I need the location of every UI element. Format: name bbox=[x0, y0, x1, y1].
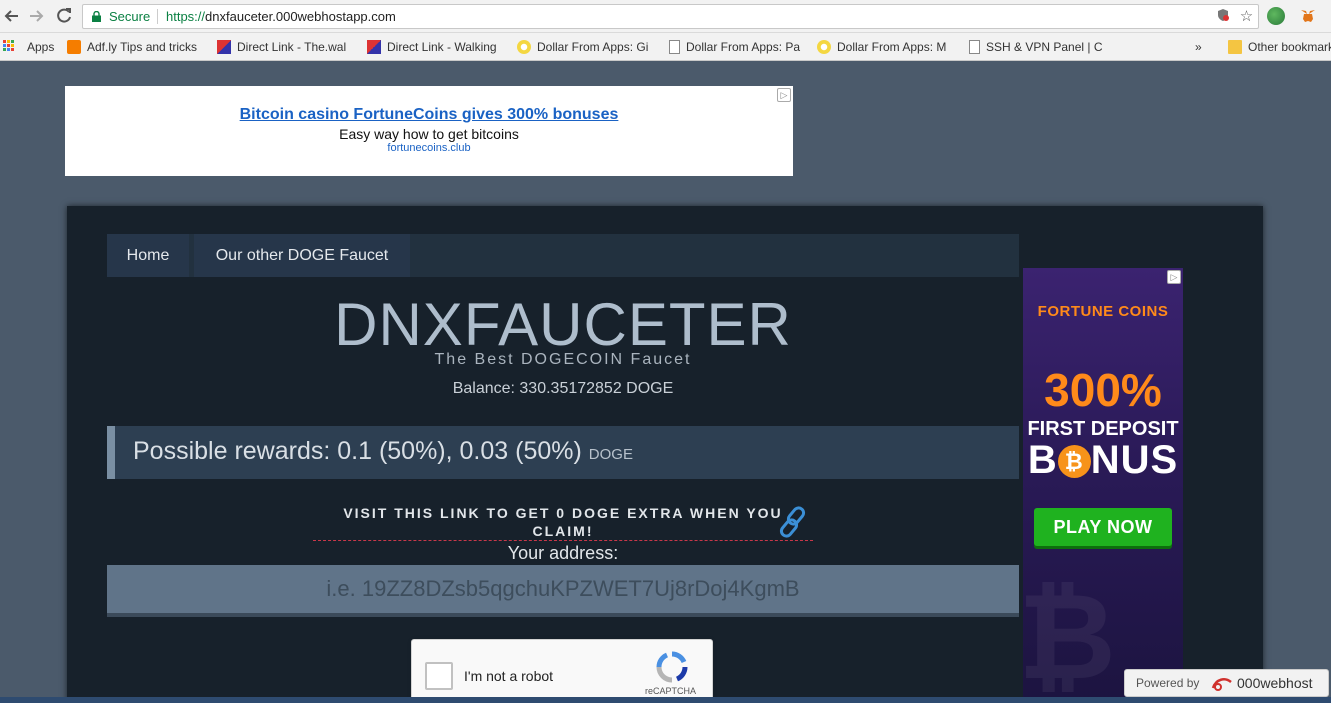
back-icon[interactable] bbox=[2, 6, 22, 26]
nav-home[interactable]: Home bbox=[107, 234, 189, 277]
extension-globe-icon[interactable] bbox=[1267, 7, 1285, 25]
bookmark-direct-link-2[interactable]: Direct Link - Walking bbox=[367, 39, 505, 55]
url-scheme: https:// bbox=[166, 9, 206, 24]
recaptcha-checkbox[interactable] bbox=[425, 662, 453, 690]
visit-link[interactable]: VISIT THIS LINK TO GET 0 DOGE EXTRA WHEN… bbox=[313, 504, 813, 541]
ad-headline-link[interactable]: Bitcoin casino FortuneCoins gives 300% b… bbox=[65, 106, 793, 124]
apps-grid-icon[interactable] bbox=[3, 40, 15, 52]
bookmark-label: Dollar From Apps: Gi bbox=[537, 40, 649, 54]
bookmark-label: Other bookmarks bbox=[1248, 40, 1331, 54]
ad-display-url[interactable]: fortunecoins.club bbox=[65, 142, 793, 154]
side-banner-ad[interactable]: ₿ FORTUNE COINS 300% FIRST DEPOSIT B ₿ NUS… bbox=[1023, 268, 1183, 703]
sun-favicon-icon bbox=[817, 40, 831, 54]
url-host: dnxfauceter.000webhostapp.com bbox=[205, 9, 396, 24]
wallet-address-input[interactable] bbox=[107, 565, 1019, 617]
powered-by-brand: 000webhost bbox=[1237, 675, 1313, 691]
os-taskbar bbox=[0, 697, 1331, 703]
recaptcha-brand: reCAPTCHA bbox=[645, 686, 697, 696]
address-bar[interactable]: Secure https://dnxfauceter.000webhostapp… bbox=[82, 4, 1259, 29]
recaptcha-logo-icon bbox=[655, 650, 689, 684]
recaptcha-label: I'm not a robot bbox=[464, 668, 554, 684]
recaptcha-widget: I'm not a robot reCAPTCHA bbox=[411, 639, 713, 703]
folder-icon bbox=[1228, 40, 1242, 54]
site-title: DNXFAUCETER bbox=[334, 291, 792, 358]
sun-favicon-icon bbox=[517, 40, 531, 54]
bookmark-ssh-vpn[interactable]: SSH & VPN Panel | C bbox=[969, 39, 1105, 55]
page-icon bbox=[969, 40, 980, 54]
nav-other-doge-faucet[interactable]: Our other DOGE Faucet bbox=[194, 234, 410, 277]
adchoices-icon[interactable]: ▷ bbox=[777, 88, 791, 102]
bookmark-direct-link-1[interactable]: Direct Link - The.wal bbox=[217, 39, 355, 55]
bookmark-adfly[interactable]: Adf.ly Tips and tricks bbox=[67, 39, 205, 55]
bookmark-dollar-apps-2[interactable]: Dollar From Apps: Pa bbox=[669, 39, 805, 55]
bookmark-label: Direct Link - The.wal bbox=[237, 40, 347, 54]
ad-logo: FORTUNE COINS bbox=[1037, 303, 1169, 320]
url-text: https://dnxfauceter.000webhostapp.com bbox=[166, 5, 396, 28]
rewards-unit: DOGE bbox=[588, 446, 633, 463]
ad-percent: 300% bbox=[1044, 364, 1162, 416]
faucet-balance: Balance: 330.35172852 DOGE bbox=[452, 380, 674, 397]
bookmark-apps[interactable]: Apps bbox=[27, 39, 61, 55]
bitcoin-coin-icon: ₿ bbox=[1057, 445, 1091, 478]
ad-bonus-start: B bbox=[1027, 438, 1058, 482]
ad-bg-bitcoin-mark: ₿ bbox=[1023, 570, 1116, 703]
address-label: Your address: bbox=[507, 543, 619, 563]
powered-by-badge[interactable]: Powered by 000webhost bbox=[1124, 669, 1329, 697]
bookmark-label: Adf.ly Tips and tricks bbox=[87, 40, 198, 54]
rewards-values: Possible rewards: 0.1 (50%), 0.03 (50%) bbox=[133, 437, 582, 465]
star-bookmark-icon[interactable]: ☆ bbox=[1238, 8, 1255, 25]
bookmark-label: Apps bbox=[27, 40, 55, 54]
webhost-logo-icon bbox=[1211, 678, 1232, 691]
top-banner-ad[interactable]: Bitcoin casino FortuneCoins gives 300% b… bbox=[65, 86, 793, 176]
shield-blocked-icon[interactable] bbox=[1214, 8, 1231, 25]
site-favicon-icon bbox=[367, 40, 381, 54]
bookmarks-overflow-chevron-icon[interactable]: » bbox=[1195, 39, 1209, 55]
ad-description: Easy way how to get bitcoins bbox=[339, 126, 519, 142]
other-bookmarks[interactable]: Other bookmarks bbox=[1228, 39, 1331, 55]
ad-bonus: B ₿ NUS bbox=[1023, 438, 1183, 483]
play-now-button[interactable]: PLAY NOW bbox=[1034, 508, 1172, 546]
bookmark-dollar-apps-3[interactable]: Dollar From Apps: M bbox=[817, 39, 955, 55]
blogger-icon bbox=[67, 40, 81, 54]
bookmark-label: Dollar From Apps: M bbox=[837, 40, 947, 54]
browser-toolbar: Secure https://dnxfauceter.000webhostapp… bbox=[0, 0, 1331, 33]
bookmark-label: Direct Link - Walking bbox=[387, 40, 497, 54]
secure-label: Secure bbox=[109, 9, 151, 24]
lock-icon bbox=[92, 11, 101, 22]
ad-bonus-end: NUS bbox=[1090, 438, 1179, 482]
page-icon bbox=[669, 40, 680, 54]
rewards-text: Possible rewards: 0.1 (50%), 0.03 (50%) … bbox=[133, 437, 633, 466]
bookmark-dollar-apps-1[interactable]: Dollar From Apps: Gi bbox=[517, 39, 655, 55]
site-subtitle: The Best DOGECOIN Faucet bbox=[434, 351, 692, 368]
bookmarks-bar: Apps Adf.ly Tips and tricks Direct Link … bbox=[0, 33, 1331, 61]
rewards-callout: Possible rewards: 0.1 (50%), 0.03 (50%) … bbox=[107, 426, 1019, 479]
powered-by-label: Powered by bbox=[1136, 676, 1200, 690]
adchoices-icon[interactable]: ▷ bbox=[1167, 270, 1181, 284]
site-favicon-icon bbox=[217, 40, 231, 54]
metamask-fox-icon[interactable] bbox=[1299, 7, 1317, 25]
reload-icon[interactable] bbox=[54, 6, 74, 26]
chain-link-icon[interactable] bbox=[774, 503, 812, 541]
bookmark-label: Dollar From Apps: Pa bbox=[686, 40, 801, 54]
bookmark-label: SSH & VPN Panel | C bbox=[986, 40, 1103, 54]
omnibox-divider bbox=[157, 9, 158, 24]
forward-icon[interactable] bbox=[26, 6, 46, 26]
